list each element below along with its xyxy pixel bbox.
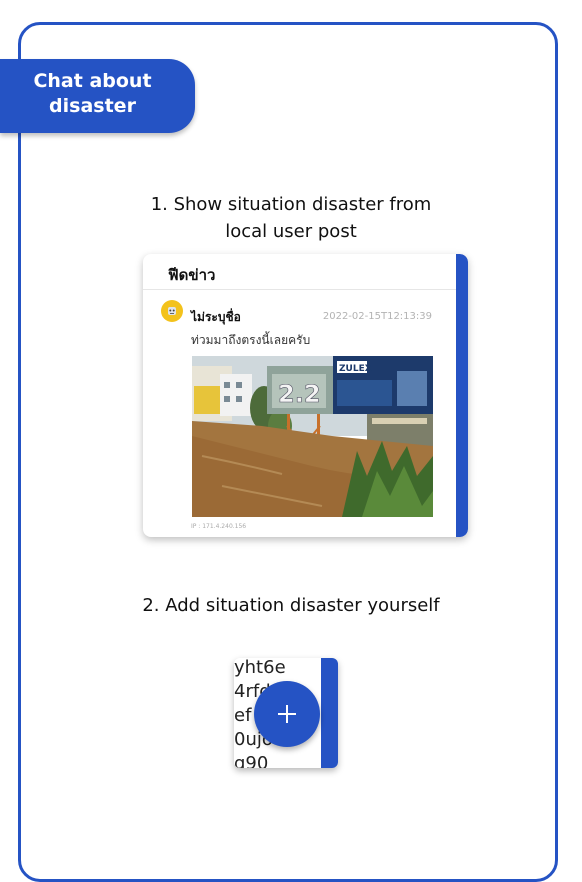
preview-line: yht6e — [234, 658, 286, 678]
plus-icon — [278, 705, 296, 723]
add-situation-button[interactable] — [254, 681, 320, 747]
post-ip: IP : 171.4.240.156 — [191, 523, 247, 530]
step2-line1: 2. Add situation disaster yourself — [142, 595, 440, 616]
step2-title: 2. Add situation disaster yourself — [0, 592, 582, 619]
user-avatar-icon — [164, 303, 180, 319]
billboard-brand: ZULEX — [339, 364, 372, 374]
preview-accent-bar — [321, 658, 338, 768]
card-accent-bar — [456, 254, 468, 537]
avatar[interactable] — [161, 300, 183, 322]
post-username[interactable]: ไม่ระบุชื่อ — [191, 308, 241, 327]
feed-divider — [143, 289, 456, 290]
post-photo[interactable]: 2.2 ZULEX — [192, 356, 433, 517]
preview-line: g90 — [234, 753, 269, 768]
step1-title: 1. Show situation disaster from local us… — [0, 191, 582, 245]
news-feed-card: ฟีดข่าว ไม่ระบุชื่อ 2022-02-15T12:13:39 … — [143, 254, 468, 537]
section-tab-line1: Chat about — [33, 70, 152, 92]
feed-header: ฟีดข่าว — [168, 266, 216, 284]
post-message: ท่วมมาถึงตรงนี้เลยครับ — [191, 333, 311, 347]
flood-photo-image: 2.2 ZULEX — [192, 356, 433, 517]
post-timestamp: 2022-02-15T12:13:39 — [322, 311, 432, 322]
step1-line2: local user post — [225, 221, 357, 242]
billboard-numbers: 2.2 — [278, 380, 321, 408]
section-tab: Chat about disaster — [0, 59, 195, 133]
step1-line1: 1. Show situation disaster from — [150, 194, 432, 215]
section-tab-line2: disaster — [49, 95, 136, 117]
